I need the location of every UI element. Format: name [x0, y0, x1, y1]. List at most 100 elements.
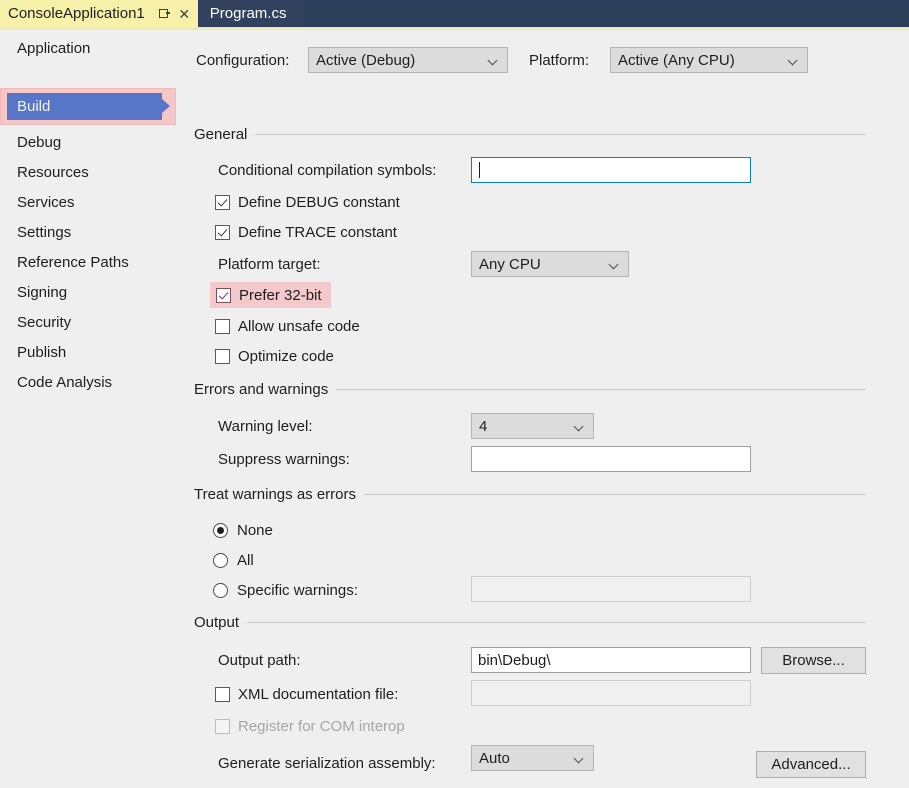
allow-unsafe-checkbox-row[interactable]: Allow unsafe code [215, 315, 360, 337]
sidebar-item-label: Services [17, 193, 75, 211]
radio-icon[interactable] [213, 582, 228, 598]
sidebar-item-settings[interactable]: Settings [0, 217, 186, 247]
sidebar-item-label: Resources [17, 163, 89, 181]
checkbox-icon[interactable] [215, 348, 230, 364]
checkbox-icon [215, 718, 230, 734]
allow-unsafe-label: Allow unsafe code [238, 317, 360, 335]
define-debug-label: Define DEBUG constant [238, 193, 400, 211]
advanced-button[interactable]: Advanced... [756, 751, 866, 778]
warning-level-label: Warning level: [218, 418, 313, 435]
output-group-header: Output [194, 614, 866, 631]
sidebar-item-resources[interactable]: Resources [0, 157, 186, 187]
sidebar-item-label: Publish [17, 343, 67, 361]
configuration-select[interactable]: Active (Debug) [308, 47, 508, 73]
xml-documentation-label: XML documentation file: [238, 685, 399, 703]
properties-content: Configuration: Active (Debug) Platform: … [186, 30, 909, 788]
sidebar-item-code-analysis[interactable]: Code Analysis [0, 367, 186, 397]
treat-warnings-specific-label: Specific warnings: [237, 581, 358, 599]
checkbox-icon[interactable] [215, 194, 230, 210]
checkbox-icon[interactable] [215, 318, 230, 334]
project-properties-window: ConsoleApplication1 ✕ Program.cs Applica… [0, 0, 909, 788]
chevron-down-icon [789, 57, 798, 63]
serialization-assembly-select[interactable]: Auto [471, 745, 594, 771]
sidebar-item-label: Reference Paths [17, 253, 129, 271]
sidebar-item-services[interactable]: Services [0, 187, 186, 217]
output-group-title: Output [194, 614, 248, 631]
sidebar-item-security[interactable]: Security [0, 307, 186, 337]
sidebar-item-build[interactable] [0, 63, 186, 95]
suppress-warnings-input[interactable] [471, 446, 751, 472]
treat-warnings-all-radio-row[interactable]: All [213, 549, 254, 571]
prefer-32bit-label: Prefer 32-bit [239, 286, 322, 304]
tab-console-application1[interactable]: ConsoleApplication1 ✕ [0, 0, 198, 27]
chevron-down-icon [575, 423, 584, 429]
warning-level-select[interactable]: 4 [471, 413, 594, 439]
register-com-checkbox-row: Register for COM interop [215, 715, 405, 737]
sidebar-item-publish[interactable]: Publish [0, 337, 186, 367]
sidebar-item-application[interactable]: Application [0, 33, 186, 63]
checkbox-icon[interactable] [216, 287, 231, 303]
treat-warnings-none-label: None [237, 521, 273, 539]
serialization-assembly-label: Generate serialization assembly: [218, 755, 436, 772]
xml-documentation-checkbox-row[interactable]: XML documentation file: [215, 683, 398, 705]
group-divider [247, 622, 866, 623]
suppress-warnings-label: Suppress warnings: [218, 451, 350, 468]
platform-target-value: Any CPU [479, 255, 541, 273]
errors-warnings-group-header: Errors and warnings [194, 381, 866, 398]
treat-warnings-none-radio-row[interactable]: None [213, 519, 273, 541]
general-group-title: General [194, 126, 256, 143]
treat-warnings-group-header: Treat warnings as errors [194, 486, 866, 503]
sidebar-item-signing[interactable]: Signing [0, 277, 186, 307]
close-icon[interactable]: ✕ [178, 6, 191, 22]
treat-warnings-specific-radio-row[interactable]: Specific warnings: [213, 579, 358, 601]
browse-button[interactable]: Browse... [761, 647, 866, 674]
chevron-down-icon [489, 57, 498, 63]
sidebar-item-reference-paths[interactable]: Reference Paths [0, 247, 186, 277]
define-debug-checkbox-row[interactable]: Define DEBUG constant [215, 191, 400, 213]
checkbox-icon[interactable] [215, 224, 230, 240]
output-path-label: Output path: [218, 652, 301, 669]
define-trace-checkbox-row[interactable]: Define TRACE constant [215, 221, 397, 243]
sidebar-item-debug[interactable]: Debug [0, 127, 186, 157]
sidebar-item-label: Security [17, 313, 72, 331]
treat-warnings-group-title: Treat warnings as errors [194, 486, 364, 503]
tab-label: ConsoleApplication1 [8, 5, 145, 22]
radio-icon[interactable] [213, 522, 228, 538]
specific-warnings-input[interactable] [471, 576, 751, 602]
radio-icon[interactable] [213, 552, 228, 568]
sidebar-item-label: Settings [17, 223, 72, 241]
prefer-32bit-checkbox-row[interactable]: Prefer 32-bit [210, 282, 331, 308]
tab-program-cs[interactable]: Program.cs [197, 0, 305, 27]
text-caret [479, 162, 480, 178]
group-divider [336, 389, 866, 390]
errors-warnings-group-title: Errors and warnings [194, 381, 337, 398]
configuration-label: Configuration: [196, 52, 290, 69]
sidebar-selection-arrow-icon [162, 99, 170, 113]
sidebar-item-build-label: Build [17, 98, 51, 115]
sidebar-item-label: Debug [17, 133, 62, 151]
output-path-input[interactable]: bin\Debug\ [471, 647, 751, 673]
configuration-value: Active (Debug) [316, 51, 416, 69]
advanced-button-label: Advanced... [771, 756, 851, 773]
platform-target-select[interactable]: Any CPU [471, 251, 629, 277]
register-com-label: Register for COM interop [238, 717, 405, 735]
optimize-code-checkbox-row[interactable]: Optimize code [215, 345, 334, 367]
platform-select[interactable]: Active (Any CPU) [610, 47, 808, 73]
serialization-assembly-value: Auto [479, 749, 510, 767]
sidebar-item-label: Application [17, 39, 91, 57]
pin-icon[interactable] [156, 6, 170, 22]
output-path-value: bin\Debug\ [478, 651, 551, 669]
optimize-code-label: Optimize code [238, 347, 334, 365]
conditional-symbols-input[interactable] [471, 157, 751, 183]
general-group-header: General [194, 126, 866, 143]
sidebar-item-label: Code Analysis [17, 373, 113, 391]
properties-sidebar: Application Build Events Debug Resources… [0, 30, 186, 788]
define-trace-label: Define TRACE constant [238, 223, 397, 241]
treat-warnings-all-label: All [237, 551, 254, 569]
tab-label: Program.cs [209, 5, 287, 22]
platform-label: Platform: [529, 52, 590, 69]
checkbox-icon[interactable] [215, 686, 230, 702]
platform-target-label: Platform target: [218, 256, 321, 273]
sidebar-item-label: Signing [17, 283, 68, 301]
xml-documentation-input[interactable] [471, 680, 751, 706]
